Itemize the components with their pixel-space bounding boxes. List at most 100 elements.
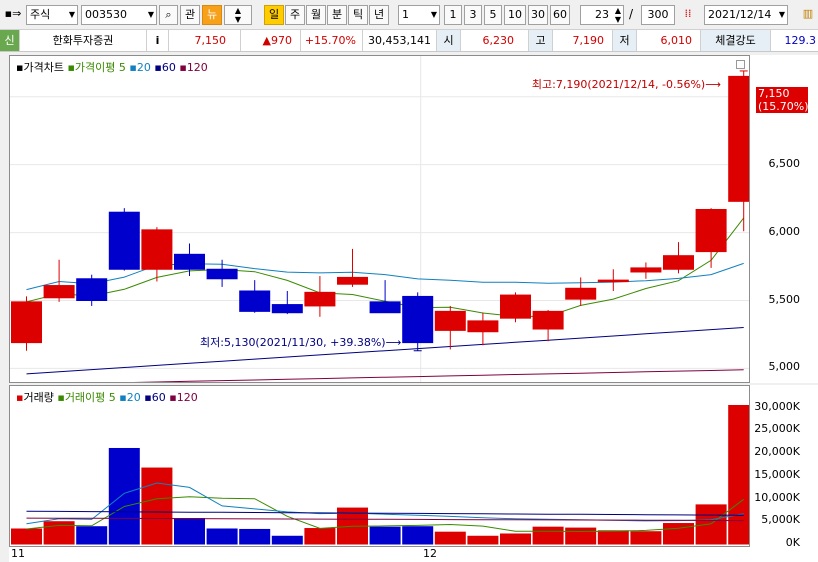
interval-30-button[interactable]: 30 <box>528 5 548 25</box>
volume-bar <box>728 405 749 545</box>
volume-bar <box>434 531 466 545</box>
volume-bar <box>695 504 727 545</box>
legend-ma5: 5 <box>118 61 126 74</box>
candle-body <box>630 267 662 273</box>
panel-toggle-icon[interactable]: ▪⇒ <box>2 5 24 25</box>
volume-bar <box>597 530 629 545</box>
price-tick-label: 6,500 <box>768 156 801 170</box>
strength-value: 129.3 <box>784 34 817 47</box>
legend-vma20: 20 <box>126 391 141 404</box>
volume-tick-label: 5,000K <box>761 513 800 527</box>
volume-tick-label: 25,000K <box>754 422 800 436</box>
info-button[interactable]: i <box>147 30 169 51</box>
candle-body <box>500 294 531 319</box>
interval-5-button[interactable]: 5 <box>484 5 502 25</box>
low-price: 6,010 <box>637 30 701 51</box>
interval-10-button[interactable]: 10 <box>504 5 526 25</box>
interval-select-value: 1 <box>402 8 409 21</box>
search-icon: ⌕ <box>165 8 172 21</box>
volume-tick-label: 15,000K <box>754 467 800 481</box>
volume-legend: ▪거래량 ▪거래이평 5 ▪20 ▪60 ▪120 <box>16 389 198 405</box>
candle-body <box>206 268 238 280</box>
count-separator: / <box>629 7 634 21</box>
credit-badge: 신 <box>0 30 20 51</box>
candle-body <box>337 276 368 285</box>
chevron-down-icon: ▼ <box>778 10 785 19</box>
date-picker[interactable]: 2021/12/14 ▼ <box>704 5 788 25</box>
current-price-tag-pct: (15.70%) <box>758 100 809 113</box>
legend-marker: ▪ <box>154 61 162 74</box>
legend-vma60: 60 <box>151 391 166 404</box>
candle-body <box>565 287 597 300</box>
count-input[interactable]: 23 ▲ ▼ <box>580 5 624 25</box>
legend-marker: ▪ <box>67 61 75 74</box>
tab-tick[interactable]: 틱 <box>348 5 368 25</box>
legend-marker: ▪ <box>57 391 65 404</box>
news-button[interactable]: 뉴 <box>202 5 222 25</box>
toolbar: ▪⇒ 주식 ▼ 003530 ▼ ⌕ 관 뉴 ▲ ▼ 일 주 월 분 틱 년 1 ▼ 1… <box>0 0 818 30</box>
legend-marker: ▪ <box>179 61 187 74</box>
updown-spinner[interactable]: ▲ ▼ <box>224 5 252 25</box>
volume-tick-label: 10,000K <box>754 490 800 504</box>
candle-body <box>467 320 499 333</box>
candle-body <box>597 279 629 283</box>
interval-select[interactable]: 1 ▼ <box>398 5 440 25</box>
legend-marker: ▪ <box>169 391 177 404</box>
price-tick-label: 5,000 <box>768 360 801 374</box>
candle-body <box>174 253 205 270</box>
interval-3-button[interactable]: 3 <box>464 5 482 25</box>
volume-chart-svg[interactable] <box>10 386 749 546</box>
total-count-input[interactable]: 300 <box>641 5 675 25</box>
volume-bar <box>630 531 662 545</box>
open-price: 6,230 <box>461 30 529 51</box>
candle-body <box>304 291 336 307</box>
tab-year[interactable]: 년 <box>369 5 389 25</box>
legend-marker: ▪ <box>119 391 127 404</box>
search-button[interactable]: ⌕ <box>159 5 178 25</box>
low-label: 저 <box>613 30 637 51</box>
legend-ma20: 20 <box>136 61 151 74</box>
chevron-down-icon: ▼ <box>68 10 75 19</box>
price-y-axis: 7,0006,5006,0005,5005,000 7,150 (15.70%) <box>750 55 818 383</box>
legend-volume-title: 거래량 <box>23 391 54 404</box>
volume-y-axis: 30,000K 25,000K 20,000K 15,000K 10,000K 5,000… <box>750 385 818 549</box>
interval-60-button[interactable]: 60 <box>550 5 570 25</box>
chevron-down-icon: ▼ <box>147 10 154 19</box>
tab-week[interactable]: 주 <box>285 5 305 25</box>
candle-body <box>695 208 727 253</box>
volume-bar <box>532 526 564 545</box>
candle-body <box>369 301 401 314</box>
company-name: 한화투자증권 <box>20 30 147 51</box>
volume-bar <box>402 526 434 545</box>
volume-tick-label: 30,000K <box>754 399 800 413</box>
volume-bar <box>239 528 271 545</box>
tab-day[interactable]: 일 <box>264 5 284 25</box>
tab-month[interactable]: 월 <box>306 5 326 25</box>
volume-bar <box>11 528 42 545</box>
legend-vma120: 120 <box>176 391 198 404</box>
current-price-tag: 7,150 (15.70%) <box>756 87 809 113</box>
close-icon[interactable] <box>736 60 745 69</box>
stock-code-input[interactable]: 003530 ▼ <box>81 5 157 25</box>
tab-minute[interactable]: 분 <box>327 5 347 25</box>
count-value: 23 <box>595 8 609 21</box>
legend-ma120: 120 <box>186 61 208 74</box>
candle-body <box>239 290 271 312</box>
candle-body <box>108 211 140 270</box>
candle-body <box>663 255 694 270</box>
gwan-button[interactable]: 관 <box>180 5 200 25</box>
quote-info-row: 신 한화투자증권 i 7,150 ▲970 +15.70% 30,453,141… <box>0 30 818 52</box>
candle-body <box>43 285 75 299</box>
volume-bar <box>565 527 597 545</box>
volume-bar <box>108 447 140 545</box>
volume-chart-panel[interactable]: ▪거래량 ▪거래이평 5 ▪20 ▪60 ▪120 <box>9 385 750 547</box>
legend-price-title: 가격차트 <box>23 61 64 74</box>
price-chart-panel[interactable]: ▪가격차트 ▪가격이평 5 ▪20 ▪60 ▪120 최고:7,190(2021… <box>9 55 750 383</box>
settings-grid-icon[interactable]: ⁞⁞ <box>678 5 698 25</box>
chart-icon[interactable]: ▥ <box>798 5 818 25</box>
low-annotation: 최저:5,130(2021/11/30, +39.38%)⟶ <box>200 336 402 349</box>
market-select-value: 주식 <box>30 8 51 21</box>
interval-1-button[interactable]: 1 <box>444 5 462 25</box>
market-select[interactable]: 주식 ▼ <box>26 5 78 25</box>
price-change-pct: +15.70% <box>301 30 363 51</box>
